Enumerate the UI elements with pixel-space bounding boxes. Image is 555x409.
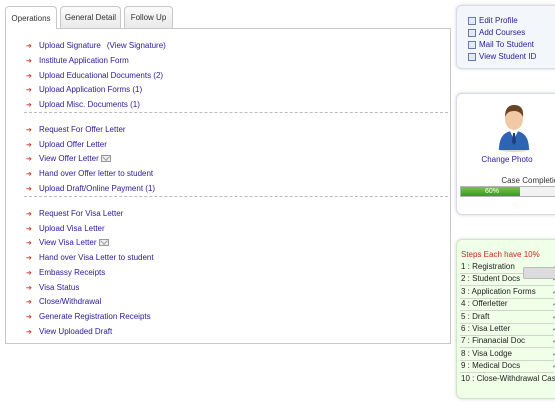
visa-status-link[interactable]: Visa Status [39, 283, 79, 293]
upload-offer-letter-link[interactable]: Upload Offer Letter [39, 140, 107, 150]
section-divider [24, 196, 448, 197]
embassy-receipts-link[interactable]: Embassy Receipts [39, 268, 105, 278]
upload-visa-letter-link[interactable]: Upload Visa Letter [39, 224, 105, 234]
step-item: 4 : Offerletter [461, 299, 508, 309]
step-item: 5 : Draft [461, 311, 490, 321]
arrow-bullet-icon: ➔ [26, 43, 32, 50]
step-item: 8 : Visa Lodge [461, 348, 513, 358]
tab-operations[interactable]: Operations [5, 6, 57, 29]
view-offer-letter-link[interactable]: View Offer Letter [39, 154, 111, 164]
operations-panel: ➔ Upload Signature (View Signature) ➔ Ins… [5, 28, 451, 344]
arrow-bullet-icon: ➔ [26, 270, 32, 277]
mail-icon [468, 41, 476, 49]
envelope-icon [100, 155, 111, 163]
tab-general-detail[interactable]: General Detail [60, 6, 121, 28]
step-item: 3 : Application Forms [461, 286, 536, 296]
case-completion-label: Case Completion [501, 176, 555, 185]
arrow-bullet-icon: ➔ [26, 211, 32, 218]
arrow-bullet-icon: ➔ [26, 240, 32, 247]
arrow-bullet-icon: ➔ [26, 58, 32, 65]
upload-application-forms-link[interactable]: Upload Application Forms (1) [39, 85, 142, 95]
close-withdrawal-link[interactable]: Close/Withdrawal [39, 297, 101, 307]
arrow-bullet-icon: ➔ [26, 226, 32, 233]
upload-draft-payment-link[interactable]: Upload Draft/Online Payment (1) [39, 184, 155, 194]
mail-to-student-link[interactable]: Mail To Student [468, 40, 534, 49]
arrow-bullet-icon: ➔ [26, 87, 32, 94]
generate-registration-receipts-link[interactable]: Generate Registration Receipts [39, 312, 151, 322]
upload-signature-link[interactable]: Upload Signature (View Signature) [39, 41, 166, 51]
request-offer-letter-link[interactable]: Request For Offer Letter [39, 125, 126, 135]
edit-profile-link[interactable]: Edit Profile [468, 16, 518, 25]
request-visa-letter-link[interactable]: Request For Visa Letter [39, 209, 123, 219]
upload-misc-documents-link[interactable]: Upload Misc. Documents (1) [39, 100, 140, 110]
steps-title: Steps Each have 10% [461, 250, 540, 259]
section-divider [24, 112, 448, 113]
arrow-bullet-icon: ➔ [26, 156, 32, 163]
step-item: 10 : Close-Withdrawal Cases [461, 373, 555, 383]
envelope-icon [98, 239, 109, 247]
hand-over-offer-letter-link[interactable]: Hand over Offer letter to student [39, 169, 153, 179]
steps-card: Steps Each have 10% 1 : Registration✓2 :… [456, 239, 555, 399]
case-completion-progress: 60% [460, 186, 555, 197]
step-item: 2 : Student Docs [461, 274, 521, 284]
arrow-bullet-icon: ➔ [26, 102, 32, 109]
arrow-bullet-icon: ➔ [26, 314, 32, 321]
upload-educational-documents-link[interactable]: Upload Educational Documents (2) [39, 71, 163, 81]
arrow-bullet-icon: ➔ [26, 171, 32, 178]
arrow-bullet-icon: ➔ [26, 285, 32, 292]
view-uploaded-draft-link[interactable]: View Uploaded Draft [39, 327, 112, 337]
add-courses-link[interactable]: Add Courses [468, 28, 525, 37]
arrow-bullet-icon: ➔ [26, 299, 32, 306]
avatar-icon [498, 105, 530, 152]
view-visa-letter-link[interactable]: View Visa Letter [39, 238, 109, 248]
arrow-bullet-icon: ➔ [26, 186, 32, 193]
step-overlay-box [523, 267, 555, 279]
id-card-icon [468, 53, 476, 61]
add-courses-icon [468, 29, 476, 37]
arrow-bullet-icon: ➔ [26, 73, 32, 80]
institute-application-form-link[interactable]: Institute Application Form [39, 56, 129, 66]
step-item: 1 : Registration [461, 262, 515, 271]
step-item: 6 : Visa Letter [461, 324, 511, 333]
view-signature-link[interactable]: (View Signature) [107, 41, 166, 50]
arrow-bullet-icon: ➔ [26, 142, 32, 149]
change-photo-link[interactable]: Change Photo [457, 155, 555, 164]
step-item: 9 : Medical Docs [461, 361, 521, 371]
arrow-bullet-icon: ➔ [26, 255, 32, 262]
progress-fill: 60% [461, 187, 520, 196]
step-item: 7 : Finanacial Doc [461, 336, 526, 346]
edit-profile-icon [468, 17, 476, 25]
quick-links-card: Edit Profile Add Courses Mail To Student… [456, 5, 555, 69]
profile-card: Change Photo Case Completion 60% [456, 93, 555, 215]
arrow-bullet-icon: ➔ [26, 127, 32, 134]
tab-follow-up[interactable]: Follow Up [124, 6, 173, 28]
progress-text: 60% [485, 188, 500, 195]
view-student-id-link[interactable]: View Student ID [468, 52, 536, 61]
hand-over-visa-letter-link[interactable]: Hand over Visa Letter to student [39, 253, 154, 263]
arrow-bullet-icon: ➔ [26, 329, 32, 336]
